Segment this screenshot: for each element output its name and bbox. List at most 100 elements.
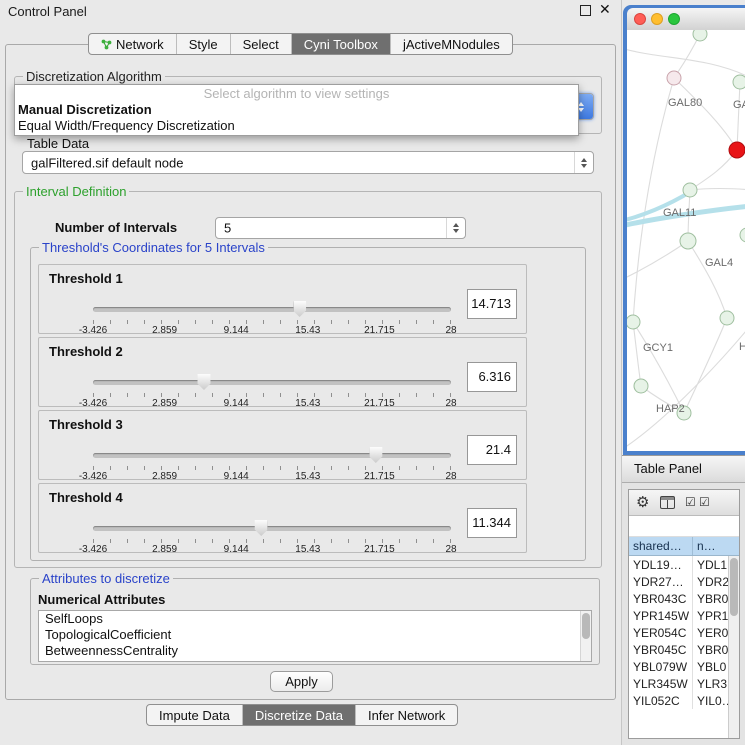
dropdown-placeholder: Select algorithm to view settings <box>15 85 578 102</box>
network-edge[interactable] <box>633 78 674 322</box>
tab-cyni-toolbox[interactable]: Cyni Toolbox <box>291 34 390 54</box>
tab-style[interactable]: Style <box>176 34 230 54</box>
threshold-3-slider-thumb[interactable] <box>369 447 382 463</box>
tab-impute-data[interactable]: Impute Data <box>147 705 242 725</box>
network-node-selected-red[interactable] <box>729 142 745 158</box>
network-node[interactable] <box>627 315 640 329</box>
list-item[interactable]: SelfLoops <box>39 611 591 627</box>
float-window-icon[interactable] <box>580 5 591 16</box>
node-label: H <box>739 341 745 353</box>
table-data-label: Table Data <box>27 136 89 151</box>
dropdown-item-equal-width-frequency[interactable]: Equal Width/Frequency Discretization <box>15 118 578 134</box>
attributes-list-scrollbar[interactable] <box>580 611 591 661</box>
threshold-1-slider: -3.426 2.859 9.144 15.43 21.715 28 <box>93 301 451 335</box>
scrollbar-thumb[interactable] <box>730 558 738 616</box>
table-data-combobox[interactable]: galFiltered.sif default node <box>22 151 594 174</box>
threshold-1-value-field[interactable]: 14.713 <box>467 289 517 319</box>
number-of-intervals-combobox[interactable]: 5 <box>215 217 466 239</box>
threshold-2-panel: Threshold 2 6.316 -3.426 2.859 9.144 15.… <box>38 337 527 407</box>
network-node[interactable] <box>683 183 697 197</box>
table-row[interactable]: YDR27…YDR2… <box>629 573 730 590</box>
number-of-intervals-value: 5 <box>224 221 231 236</box>
table-panel-body: ⚙ ☑ ☑ shared… n… YDL19…YDL1… YDR27…YDR2…… <box>622 483 745 745</box>
table-panel-title: Table Panel <box>634 461 702 476</box>
table-row[interactable]: YBR045CYBR0… <box>629 641 730 658</box>
slider-ticks <box>93 466 451 470</box>
node-table-card: ⚙ ☑ ☑ shared… n… YDL19…YDL1… YDR27…YDR2…… <box>628 489 740 739</box>
network-edge[interactable] <box>627 241 688 280</box>
list-item[interactable]: BetweennessCentrality <box>39 643 591 659</box>
threshold-4-slider: -3.426 2.859 9.144 15.43 21.715 28 <box>93 520 451 554</box>
dropdown-item-manual-discretization[interactable]: Manual Discretization <box>15 102 578 118</box>
threshold-1-slider-thumb[interactable] <box>293 301 306 317</box>
threshold-2-slider-thumb[interactable] <box>197 374 210 390</box>
combo-stepper[interactable] <box>574 152 593 173</box>
network-edge[interactable] <box>633 322 641 386</box>
table-row[interactable]: YIL052CYIL0… <box>629 692 730 709</box>
apply-button[interactable]: Apply <box>270 671 333 692</box>
slider-ticks <box>93 539 451 543</box>
table-row[interactable]: YPR145WYPR1… <box>629 607 730 624</box>
stepper-down-icon <box>453 229 459 233</box>
close-icon[interactable]: ✕ <box>599 2 611 18</box>
network-node[interactable] <box>680 233 696 249</box>
network-node[interactable] <box>720 311 734 325</box>
checkbox-checked-icon[interactable]: ☑ <box>685 495 696 509</box>
table-row[interactable]: YBL079WYBL0… <box>629 658 730 675</box>
table-row[interactable]: YBR043CYBR0… <box>629 590 730 607</box>
tab-jactivemnodules[interactable]: jActiveMNodules <box>390 34 512 54</box>
threshold-4-slider-thumb[interactable] <box>255 520 268 536</box>
zoom-button[interactable] <box>668 13 680 25</box>
scrollbar-thumb[interactable] <box>582 613 590 639</box>
threshold-2-slider-track[interactable] <box>93 380 451 385</box>
network-edge[interactable] <box>674 78 737 150</box>
tab-network[interactable]: Network <box>89 34 176 54</box>
network-edge[interactable] <box>737 82 740 150</box>
list-item[interactable]: TopologicalCoefficient <box>39 627 591 643</box>
threshold-3-value-field[interactable]: 21.4 <box>467 435 517 465</box>
network-edge[interactable] <box>690 150 737 190</box>
threshold-1-slider-track[interactable] <box>93 307 451 312</box>
tab-infer-network[interactable]: Infer Network <box>355 705 457 725</box>
close-button[interactable] <box>634 13 646 25</box>
network-node[interactable] <box>634 379 648 393</box>
thresholds-group-title: Threshold's Coordinates for 5 Intervals <box>39 240 268 255</box>
tab-discretize-data[interactable]: Discretize Data <box>242 705 355 725</box>
table-row[interactable]: YLR345WYLR3… <box>629 675 730 692</box>
network-edge[interactable] <box>627 48 745 78</box>
network-node[interactable] <box>667 71 681 85</box>
network-edge[interactable] <box>674 34 700 78</box>
checkbox-checked-icon[interactable]: ☑ <box>699 495 710 509</box>
tab-network-label: Network <box>116 37 164 52</box>
threshold-4-panel: Threshold 4 11.344 -3.426 2.859 9.144 15… <box>38 483 527 553</box>
threshold-4-slider-track[interactable] <box>93 526 451 531</box>
network-edge[interactable] <box>684 318 727 413</box>
node-label: GAL4 <box>705 257 733 269</box>
column-header-name[interactable]: n… <box>693 537 739 555</box>
table-row[interactable]: YDL19…YDL1… <box>629 556 730 573</box>
network-node[interactable] <box>733 75 745 89</box>
threshold-4-value-field[interactable]: 11.344 <box>467 508 517 538</box>
tab-select[interactable]: Select <box>230 34 291 54</box>
network-node[interactable] <box>740 228 745 242</box>
table-scrollbar[interactable] <box>728 556 739 738</box>
threshold-3-slider: -3.426 2.859 9.144 15.43 21.715 28 <box>93 447 451 481</box>
network-edge[interactable] <box>690 189 745 191</box>
network-canvas[interactable]: GAL80 GA GAL11 GAL4 GCY1 HAP2 H <box>627 30 745 451</box>
network-node[interactable] <box>693 30 707 41</box>
columns-icon[interactable] <box>660 496 675 509</box>
threshold-2-value-field[interactable]: 6.316 <box>467 362 517 392</box>
gear-icon[interactable]: ⚙ <box>636 493 649 511</box>
threshold-3-slider-track[interactable] <box>93 453 451 458</box>
network-edge[interactable] <box>688 241 727 318</box>
table-data-value: galFiltered.sif default node <box>31 155 183 170</box>
combo-stepper[interactable] <box>446 218 465 238</box>
network-view-window: GAL80 GA GAL11 GAL4 GCY1 HAP2 H <box>623 5 745 455</box>
slider-ticks <box>93 393 451 397</box>
threshold-4-label: Threshold 4 <box>49 490 123 505</box>
network-edge[interactable] <box>633 322 684 413</box>
table-row[interactable]: YER054CYER0… <box>629 624 730 641</box>
minimize-button[interactable] <box>651 13 663 25</box>
column-header-shared-name[interactable]: shared… <box>629 537 693 555</box>
node-label: GCY1 <box>643 342 673 354</box>
